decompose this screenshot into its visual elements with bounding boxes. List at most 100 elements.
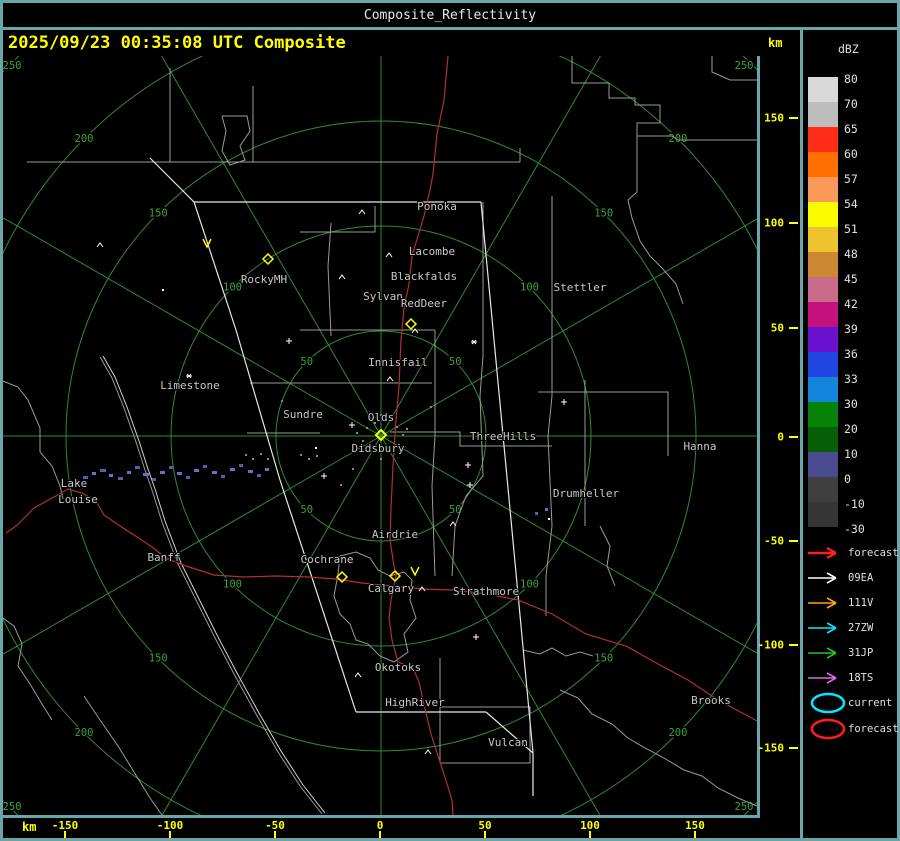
colorbar-swatch — [808, 277, 838, 302]
clutter-pixel — [316, 455, 318, 457]
county-boundary — [559, 689, 758, 807]
axis-tick-label: -100 — [757, 638, 785, 652]
city-label: Hanna — [683, 440, 716, 453]
town-dot-icon — [548, 518, 550, 520]
county-boundary — [599, 525, 616, 587]
colorbar-value-label: 65 — [844, 122, 858, 136]
timestamp-label: 2025/09/23 00:35:08 UTC Composite — [8, 33, 346, 53]
county-boundary — [431, 330, 436, 577]
colorbar-swatch — [808, 102, 838, 127]
town-plus-icon — [321, 473, 327, 479]
city-label: Brooks — [691, 694, 731, 707]
clutter-pixel — [380, 458, 382, 460]
city-label: RockyMH — [241, 273, 287, 286]
legend-ellipse-icon — [810, 718, 846, 740]
legend-arrow-label: 111V — [848, 597, 874, 609]
clutter-pixel — [260, 453, 262, 455]
range-ring-label: 250 — [735, 60, 754, 72]
legend-arrow-label: 31JP — [848, 647, 874, 659]
city-label: Calgary — [368, 582, 415, 595]
city-label: Ponoka — [417, 200, 457, 213]
town-plus-icon — [561, 399, 567, 405]
county-boundary — [0, 379, 64, 500]
colorbar-value-label: 36 — [844, 347, 858, 361]
colorbar-swatch — [808, 252, 838, 277]
reflectivity-echo-pixel — [127, 471, 131, 474]
county-boundary — [221, 115, 251, 166]
clutter-pixel — [406, 428, 408, 430]
colorbar-value-label: 57 — [844, 172, 858, 186]
title-bar: Composite_Reflectivity — [0, 3, 900, 27]
clutter-pixel — [402, 434, 404, 436]
range-ring-label: 100 — [520, 578, 539, 590]
clutter-pixel — [340, 484, 342, 486]
county-boundary — [637, 135, 757, 141]
colorbar-value-label: 33 — [844, 372, 858, 386]
town-plus-icon — [473, 634, 479, 640]
arrow-glyph — [808, 672, 837, 684]
reflectivity-echo-pixel — [545, 508, 548, 511]
range-ring-label: 50 — [300, 504, 313, 516]
county-boundary — [451, 202, 484, 577]
city-label: Banff — [147, 551, 180, 564]
range-ring-label: 100 — [223, 282, 242, 294]
axis-tick-mark — [64, 831, 66, 838]
city-label: Lacombe — [409, 245, 455, 258]
legend-arrow-icon — [808, 572, 837, 584]
axis-tick-mark — [789, 436, 798, 438]
frame-left — [0, 0, 3, 841]
town-star-icon — [471, 339, 477, 345]
range-ring-label: 50 — [300, 356, 313, 368]
colorbar-swatch — [808, 127, 838, 152]
clutter-pixel — [430, 406, 432, 408]
town-caret-icon — [358, 209, 366, 215]
clutter-pixel — [396, 426, 398, 428]
colorbar-value-label: 60 — [844, 147, 858, 161]
range-ring-label: 200 — [668, 133, 687, 145]
legend-arrow-icon — [808, 546, 837, 560]
axis-tick-mark — [694, 831, 696, 838]
colorbar-swatch — [808, 427, 838, 452]
town-plus-icon — [467, 482, 473, 488]
axis-tick-mark — [589, 831, 591, 838]
axis-tick-label: 50 — [770, 321, 784, 335]
clutter-pixel — [252, 458, 254, 460]
clutter-pixel — [308, 458, 310, 460]
arrow-glyph — [808, 572, 837, 584]
clutter-pixel — [300, 454, 302, 456]
colorbar-swatch — [808, 377, 838, 402]
town-plus-icon — [349, 422, 355, 428]
colorbar-swatch — [808, 327, 838, 352]
range-ring-label: 50 — [449, 356, 462, 368]
radar-map-canvas[interactable]: 50 50 50 50 100 100 100 100 150 150 150 150 200 200 20… — [0, 0, 900, 841]
colorbar-value-label: 51 — [844, 222, 858, 236]
town-caret-icon — [424, 749, 432, 755]
colorbar-swatch — [808, 177, 838, 202]
reflectivity-echo-pixel — [169, 466, 173, 469]
clutter-pixel — [356, 432, 358, 434]
colorbar-value-label: 30 — [844, 397, 858, 411]
range-ring-label: 250 — [3, 801, 22, 813]
city-label: HighRiver — [385, 696, 445, 709]
axis-tick-label: 150 — [764, 111, 784, 125]
county-boundary — [83, 695, 163, 816]
town-plus-icon — [286, 338, 292, 344]
range-ring-label: 200 — [668, 727, 687, 739]
colorbar-value-label: 42 — [844, 297, 858, 311]
town-caret-icon — [96, 242, 104, 248]
arrow-glyph — [808, 597, 837, 609]
colorbar-swatch — [808, 352, 838, 377]
axis-tick-mark — [789, 327, 798, 329]
reflectivity-echo-pixel — [118, 477, 123, 480]
reflectivity-echo-pixel — [143, 473, 149, 476]
town-caret-icon — [354, 672, 362, 678]
town-dot-icon — [162, 289, 164, 291]
radar-app-window: Composite_Reflectivity 2025/09/23 00:35:… — [0, 0, 900, 841]
radar-site-icon — [404, 317, 418, 331]
arrow-glyph — [808, 622, 837, 634]
legend-arrow-icon — [808, 672, 837, 684]
city-label: Stettler — [554, 281, 607, 294]
radar-map-svg: 50 5050 50100 100100 100150 150150 150200 20020… — [0, 0, 900, 841]
reflectivity-echo-pixel — [265, 468, 269, 471]
axis-tick-mark — [484, 831, 486, 838]
